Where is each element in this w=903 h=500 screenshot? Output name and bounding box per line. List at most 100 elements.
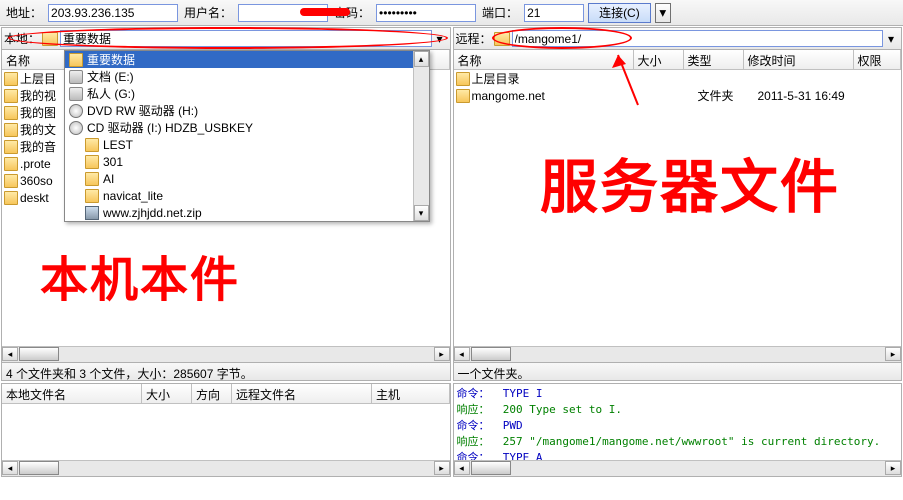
scroll-thumb[interactable] — [471, 461, 511, 475]
connect-dropdown-button[interactable]: ▾ — [655, 3, 671, 23]
username-input[interactable] — [238, 4, 328, 22]
log-value: 200 Type set to I. — [503, 403, 622, 416]
scroll-thumb[interactable] — [19, 461, 59, 475]
scroll-thumb[interactable] — [471, 347, 511, 361]
remote-pane: 远程： ▾ 名称 大小 类型 修改时间 权限 上层目录mangome.net文件… — [453, 27, 903, 381]
log-hscroll[interactable]: ◂ ▸ — [454, 460, 902, 476]
col-host[interactable]: 主机 — [372, 384, 450, 403]
local-hscroll[interactable]: ◂ ▸ — [2, 346, 450, 362]
folder-icon — [4, 157, 18, 171]
connect-button[interactable]: 连接(C) — [588, 3, 651, 23]
queue-hscroll[interactable]: ◂ ▸ — [2, 460, 450, 476]
local-pane: 本地： ▾ 名称 上层目我的视我的图我的文我的音.prote360sodeskt… — [1, 27, 451, 381]
log-line: 命令： PWD — [457, 417, 899, 433]
local-path-dropdown[interactable]: 重要数据文档 (E:)私人 (G:)DVD RW 驱动器 (H:)CD 驱动器 … — [64, 50, 430, 222]
item-label: 301 — [103, 155, 123, 169]
folder-icon — [4, 106, 18, 120]
remote-list-header: 名称 大小 类型 修改时间 权限 — [454, 50, 902, 70]
log-line: 命令： TYPE A — [457, 449, 899, 460]
folder-icon — [4, 174, 18, 188]
log-value: TYPE I — [503, 387, 543, 400]
dropdown-item[interactable]: AI — [65, 170, 429, 187]
dropdown-item[interactable]: 文档 (E:) — [65, 68, 429, 85]
queue-header: 本地文件名 大小 方向 远程文件名 主机 — [2, 384, 450, 404]
folder-icon — [85, 155, 99, 169]
scroll-left-button[interactable]: ◂ — [454, 347, 470, 361]
drive-icon — [69, 70, 83, 84]
dropdown-item[interactable]: www.zjhjdd.net.zip — [65, 204, 429, 221]
local-path-dropdown-button[interactable]: ▾ — [432, 32, 448, 46]
local-path-input[interactable] — [60, 30, 431, 47]
log-value: TYPE A — [503, 451, 543, 460]
scroll-thumb[interactable] — [19, 347, 59, 361]
address-label: 地址： — [4, 4, 44, 21]
port-input[interactable] — [524, 4, 584, 22]
folder-icon — [69, 53, 83, 67]
item-label: DVD RW 驱动器 (H:) — [87, 102, 198, 119]
col-size[interactable]: 大小 — [142, 384, 192, 403]
item-label: 文档 (E:) — [87, 68, 134, 85]
drive-icon — [69, 87, 83, 101]
col-type[interactable]: 类型 — [684, 50, 744, 69]
scroll-right-button[interactable]: ▸ — [434, 347, 450, 361]
col-size[interactable]: 大小 — [634, 50, 684, 69]
item-label: 我的图 — [20, 104, 56, 121]
dropdown-scrollbar[interactable]: ▴ ▾ — [413, 51, 429, 221]
log-body[interactable]: 命令： TYPE I响应： 200 Type set to I.命令： PWD响… — [454, 384, 902, 460]
address-input[interactable] — [48, 4, 178, 22]
port-label: 端口： — [480, 4, 520, 21]
remote-hscroll[interactable]: ◂ ▸ — [454, 346, 902, 362]
item-label: 上层目 — [20, 70, 56, 87]
queue-panel: 本地文件名 大小 方向 远程文件名 主机 ◂ ▸ — [1, 383, 451, 477]
dropdown-item[interactable]: navicat_lite — [65, 187, 429, 204]
list-item[interactable]: mangome.net文件夹2011-5-31 16:49 — [454, 87, 902, 104]
ftp-app: 地址： 用户名： 密码： 端口： 连接(C) ▾ 本地： ▾ 名称 上层目我的视… — [0, 0, 903, 500]
remote-path-input[interactable] — [512, 30, 883, 47]
scroll-right-button[interactable]: ▸ — [434, 461, 450, 475]
dropdown-item[interactable]: 私人 (G:) — [65, 85, 429, 102]
item-label: 我的音 — [20, 138, 56, 155]
dropdown-item[interactable]: DVD RW 驱动器 (H:) — [65, 102, 429, 119]
remote-path-dropdown-button[interactable]: ▾ — [883, 32, 899, 46]
col-mtime[interactable]: 修改时间 — [744, 50, 854, 69]
col-local-file[interactable]: 本地文件名 — [2, 384, 142, 403]
dropdown-item[interactable]: 301 — [65, 153, 429, 170]
scroll-left-button[interactable]: ◂ — [2, 347, 18, 361]
log-label: 响应： — [457, 435, 490, 448]
password-label: 密码： — [332, 4, 372, 21]
col-perm[interactable]: 权限 — [854, 50, 902, 69]
folder-icon — [456, 72, 470, 86]
item-name: 上层目录 — [472, 70, 648, 87]
item-label: 私人 (G:) — [87, 85, 135, 102]
dropdown-item[interactable]: LEST — [65, 136, 429, 153]
log-panel: 命令： TYPE I响应： 200 Type set to I.命令： PWD响… — [453, 383, 903, 477]
cd-icon — [69, 104, 83, 118]
dropdown-item[interactable]: CD 驱动器 (I:) HDZB_USBKEY — [65, 119, 429, 136]
log-line: 响应： 257 "/mangome1/mangome.net/wwwroot" … — [457, 433, 899, 449]
log-label: 命令： — [457, 419, 490, 432]
remote-list[interactable]: 上层目录mangome.net文件夹2011-5-31 16:49 — [454, 70, 902, 346]
folder-icon — [4, 72, 18, 86]
scroll-up-button[interactable]: ▴ — [414, 51, 429, 67]
item-label: AI — [103, 172, 114, 186]
col-direction[interactable]: 方向 — [192, 384, 232, 403]
list-item[interactable]: 上层目录 — [454, 70, 902, 87]
scroll-down-button[interactable]: ▾ — [414, 205, 429, 221]
dropdown-item[interactable]: 重要数据 — [65, 51, 429, 68]
scroll-right-button[interactable]: ▸ — [885, 461, 901, 475]
remote-label: 远程： — [456, 30, 492, 47]
password-input[interactable] — [376, 4, 476, 22]
item-label: 360so — [20, 174, 53, 188]
queue-body[interactable] — [2, 404, 450, 460]
scroll-left-button[interactable]: ◂ — [2, 461, 18, 475]
item-label: 我的视 — [20, 87, 56, 104]
log-line: 命令： TYPE I — [457, 385, 899, 401]
local-status: 4 个文件夹和 3 个文件，大小：285607 字节。 — [2, 362, 450, 380]
col-remote-file[interactable]: 远程文件名 — [232, 384, 372, 403]
scroll-left-button[interactable]: ◂ — [454, 461, 470, 475]
col-name[interactable]: 名称 — [454, 50, 634, 69]
log-value: 257 "/mangome1/mangome.net/wwwroot" is c… — [503, 435, 881, 448]
scroll-right-button[interactable]: ▸ — [885, 347, 901, 361]
item-mtime: 2011-5-31 16:49 — [758, 89, 868, 103]
log-line: 响应： 200 Type set to I. — [457, 401, 899, 417]
